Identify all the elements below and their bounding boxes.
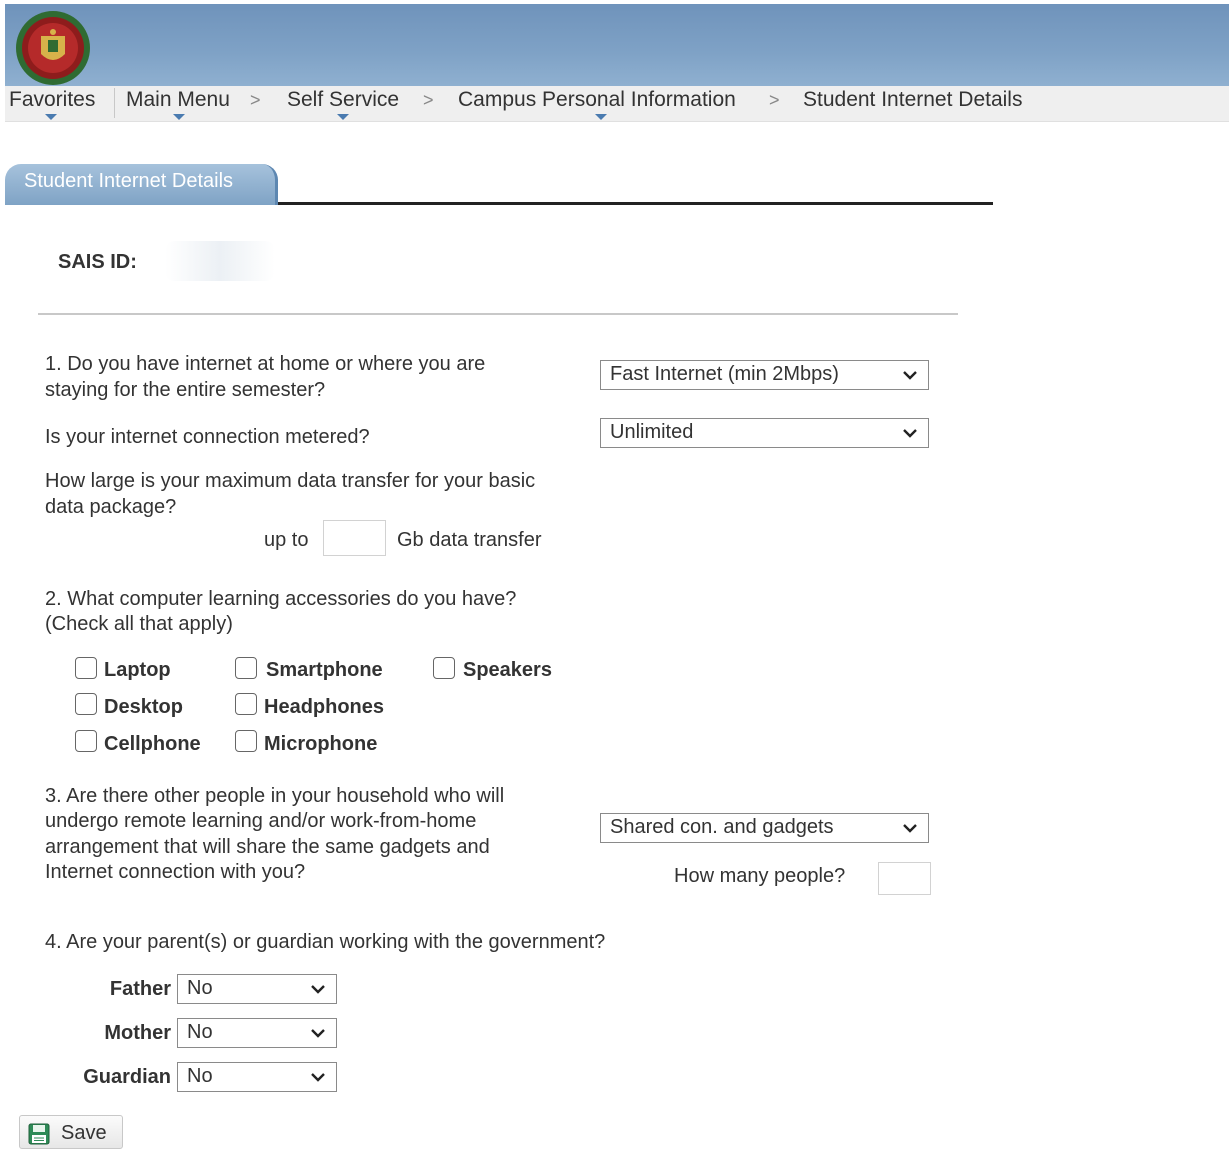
data-question-line1: How large is your maximum data transfer …	[45, 470, 536, 492]
desktop-checkbox[interactable]	[75, 693, 97, 715]
gb-label: Gb data transfer	[397, 529, 542, 551]
chevron-down-icon	[311, 985, 325, 994]
campus-info-dropdown-icon[interactable]	[595, 114, 607, 120]
laptop-label: Laptop	[104, 659, 171, 681]
data-question-line2: data package?	[45, 496, 177, 518]
save-label: Save	[61, 1122, 107, 1144]
nav-campus-personal-information[interactable]: Campus Personal Information	[458, 88, 736, 112]
main-menu-dropdown-icon[interactable]	[173, 114, 185, 120]
q2-text-line1: 2. What computer learning accessories do…	[45, 588, 517, 610]
section-divider	[38, 313, 958, 315]
tab-underline	[278, 202, 993, 205]
cellphone-checkbox[interactable]	[75, 730, 97, 752]
nav-favorites[interactable]: Favorites	[9, 88, 95, 112]
q4-text: 4. Are your parent(s) or guardian workin…	[45, 931, 606, 953]
tab-label: Student Internet Details	[24, 170, 234, 192]
tab-student-internet-details[interactable]: Student Internet Details	[5, 164, 278, 205]
q3-text-line2: undergo remote learning and/or work-from…	[45, 810, 477, 832]
mother-label: Mother	[104, 1022, 171, 1044]
breadcrumb-separator: >	[423, 90, 434, 110]
smartphone-label: Smartphone	[266, 659, 383, 681]
breadcrumb-separator: >	[769, 90, 780, 110]
self-service-dropdown-icon[interactable]	[337, 114, 349, 120]
internet-type-select[interactable]: Fast Internet (min 2Mbps)	[600, 360, 929, 390]
sais-id-label: SAIS ID:	[58, 251, 137, 273]
laptop-checkbox[interactable]	[75, 657, 97, 679]
chevron-down-icon	[311, 1029, 325, 1038]
speakers-label: Speakers	[463, 659, 552, 681]
nav-self-service[interactable]: Self Service	[287, 88, 399, 112]
header-banner	[5, 4, 1229, 86]
q3-text-line3: arrangement that will share the same gad…	[45, 836, 490, 858]
q3-text-line4: Internet connection with you?	[45, 861, 306, 883]
father-label: Father	[109, 978, 171, 1000]
cellphone-label: Cellphone	[104, 733, 201, 755]
q1-text-line2: staying for the entire semester?	[45, 379, 326, 401]
sharing-value: Shared con. and gadgets	[610, 816, 834, 838]
microphone-label: Microphone	[264, 733, 378, 755]
breadcrumb-separator: >	[250, 90, 261, 110]
favorites-dropdown-icon[interactable]	[45, 114, 57, 120]
chevron-down-icon	[903, 429, 917, 438]
metered-value: Unlimited	[610, 421, 694, 443]
guardian-select[interactable]: No	[177, 1062, 337, 1092]
father-select[interactable]: No	[177, 974, 337, 1004]
internet-type-value: Fast Internet (min 2Mbps)	[610, 363, 839, 385]
up-to-label: up to	[264, 529, 309, 551]
nav-main-menu[interactable]: Main Menu	[126, 88, 230, 112]
metered-select[interactable]: Unlimited	[600, 418, 929, 448]
smartphone-checkbox[interactable]	[235, 657, 257, 679]
sharing-select[interactable]: Shared con. and gadgets	[600, 813, 929, 843]
father-value: No	[187, 977, 213, 999]
speakers-checkbox[interactable]	[433, 657, 455, 679]
floppy-disk-icon	[28, 1123, 50, 1145]
chevron-down-icon	[311, 1073, 325, 1082]
how-many-people-input[interactable]	[878, 862, 931, 895]
guardian-label: Guardian	[83, 1066, 171, 1088]
microphone-checkbox[interactable]	[235, 730, 257, 752]
chevron-down-icon	[903, 371, 917, 380]
mother-select[interactable]: No	[177, 1018, 337, 1048]
data-transfer-input[interactable]	[323, 520, 386, 556]
university-seal-icon	[16, 11, 90, 85]
q3-text-line1: 3. Are there other people in your househ…	[45, 785, 505, 807]
q1-text-line1: 1. Do you have internet at home or where…	[45, 353, 486, 375]
desktop-label: Desktop	[104, 696, 183, 718]
navigation-bar: Favorites Main Menu > Self Service > Cam…	[5, 86, 1229, 122]
chevron-down-icon	[903, 824, 917, 833]
nav-divider	[114, 88, 115, 118]
headphones-checkbox[interactable]	[235, 693, 257, 715]
q2-text-line2: (Check all that apply)	[45, 613, 233, 635]
mother-value: No	[187, 1021, 213, 1043]
save-button[interactable]: Save	[19, 1115, 123, 1149]
sais-id-value	[165, 241, 275, 281]
headphones-label: Headphones	[264, 696, 385, 718]
metered-question: Is your internet connection metered?	[45, 426, 370, 448]
how-many-people-label: How many people?	[674, 865, 846, 887]
nav-current-page: Student Internet Details	[803, 88, 1023, 111]
guardian-value: No	[187, 1065, 213, 1087]
